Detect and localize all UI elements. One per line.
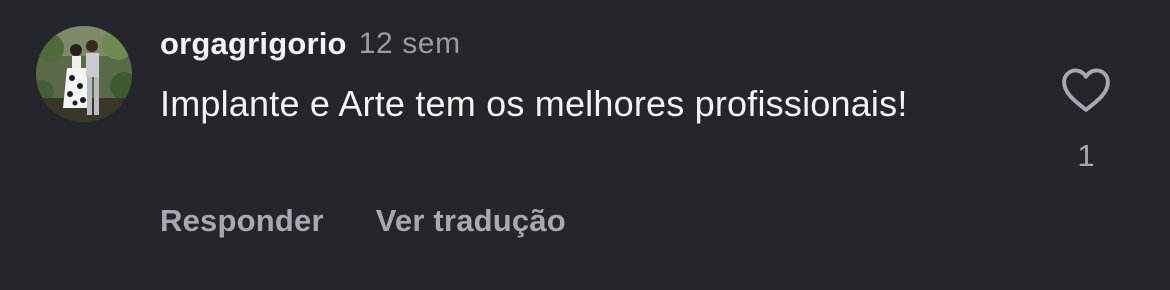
- like-count: 1: [1077, 138, 1095, 173]
- see-translation-button[interactable]: Ver tradução: [376, 203, 566, 239]
- heart-icon[interactable]: [1061, 66, 1111, 114]
- avatar-photo: [36, 26, 132, 122]
- like-area: 1: [1052, 64, 1120, 184]
- username[interactable]: orgagrigorio: [160, 26, 347, 62]
- comment-item: orgagrigorio 12 sem Implante e Arte tem …: [0, 0, 1170, 290]
- comment-text: Implante e Arte tem os melhores profissi…: [160, 83, 908, 124]
- avatar[interactable]: [36, 26, 132, 122]
- comment-header: orgagrigorio 12 sem: [160, 22, 461, 66]
- reply-button[interactable]: Responder: [160, 203, 324, 239]
- comment-actions: Responder Ver tradução: [160, 198, 566, 244]
- comment-timestamp: 12 sem: [358, 27, 461, 60]
